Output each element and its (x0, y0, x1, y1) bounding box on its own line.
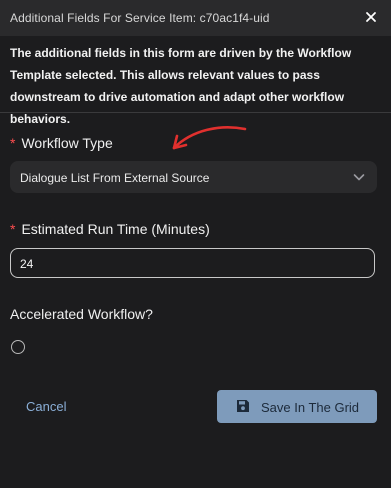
chevron-down-icon (353, 174, 365, 181)
modal-title: Additional Fields For Service Item: c70a… (10, 11, 270, 25)
accelerated-workflow-radio[interactable] (11, 340, 25, 354)
close-button[interactable] (363, 9, 379, 25)
save-in-grid-button[interactable]: Save In The Grid (217, 390, 377, 423)
divider (0, 112, 391, 113)
estimated-run-time-input[interactable]: 24 (10, 248, 375, 278)
modal-header: Additional Fields For Service Item: c70a… (0, 0, 391, 36)
close-icon (366, 12, 376, 22)
workflow-type-select[interactable]: Dialogue List From External Source (10, 161, 377, 193)
workflow-type-value: Dialogue List From External Source (20, 171, 210, 185)
accelerated-workflow-label: Accelerated Workflow? (10, 306, 153, 322)
workflow-type-label: * Workflow Type (10, 135, 113, 151)
estimated-run-time-label-text: Estimated Run Time (Minutes) (21, 221, 210, 237)
floppy-disk-icon (237, 400, 249, 412)
required-asterisk: * (10, 221, 16, 237)
form-description: The additional fields in this form are d… (10, 46, 352, 126)
save-button-label: Save In The Grid (261, 400, 360, 415)
estimated-run-time-label: * Estimated Run Time (Minutes) (10, 221, 210, 237)
estimated-run-time-value: 24 (20, 257, 34, 271)
workflow-type-label-text: Workflow Type (21, 135, 113, 151)
annotation-arrow-icon (172, 126, 247, 150)
required-asterisk: * (10, 135, 16, 151)
cancel-button[interactable]: Cancel (26, 399, 66, 414)
